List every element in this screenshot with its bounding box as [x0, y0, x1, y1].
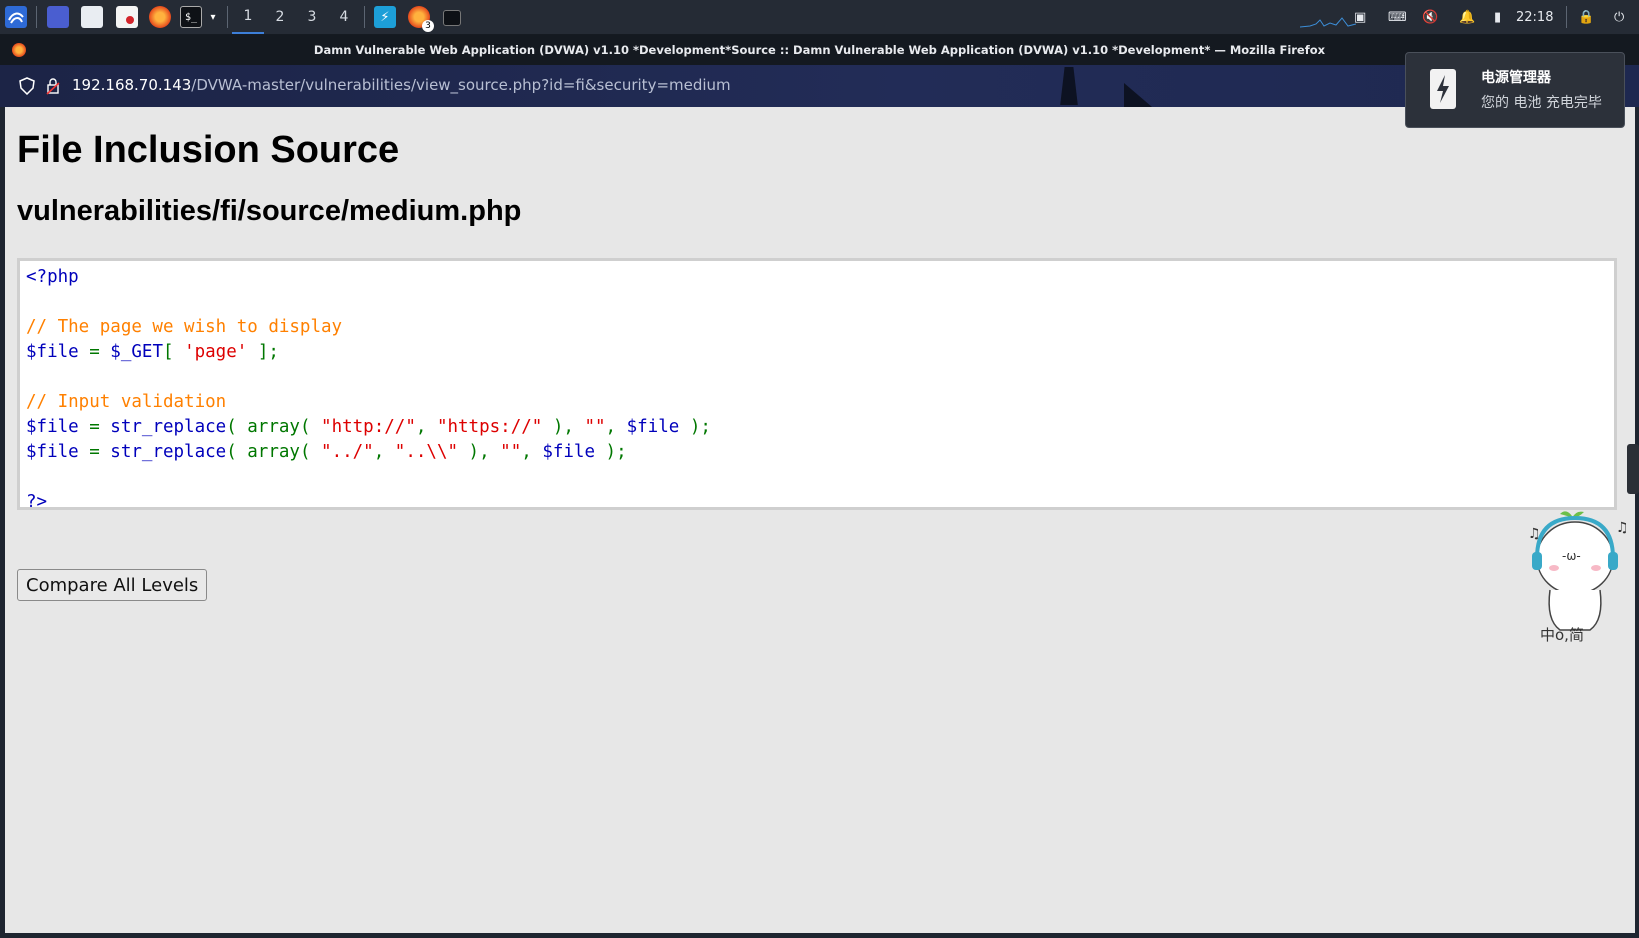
firefox-window-icon[interactable]: 3 [408, 6, 434, 32]
screenshot-icon[interactable]: ▣ [1354, 6, 1366, 28]
volume-muted-icon[interactable]: 🔇 [1422, 6, 1438, 28]
code-variable: $file [26, 417, 79, 437]
code-string: "https://" [436, 417, 543, 437]
workspace-1[interactable]: 1 [232, 0, 264, 34]
sail-decoration [1124, 83, 1152, 107]
code-string: "" [584, 417, 606, 437]
scrollbar-thumb[interactable] [1627, 444, 1639, 494]
code-operator: ), [542, 417, 585, 437]
mascot-caption: 中o,简 [1540, 626, 1584, 644]
url-host: 192.168.70.143 [72, 76, 192, 94]
lock-icon[interactable]: 🔒 [1578, 6, 1594, 28]
code-string: "..\\" [394, 442, 459, 462]
url-bar[interactable]: 192.168.70.143/DVWA-master/vulnerabiliti… [0, 65, 1639, 107]
taskbar-separator [364, 6, 365, 28]
terminal-icon[interactable]: $_ [180, 6, 202, 28]
workspace-2[interactable]: 2 [264, 0, 296, 34]
code-operator: , [521, 442, 543, 462]
power-manager-notification[interactable]: 电源管理器 您的 电池 充电完毕 [1405, 52, 1625, 128]
code-function: str_replace [110, 442, 227, 462]
code-operator: , [415, 417, 437, 437]
code-operator: = [78, 442, 111, 462]
shield-icon[interactable] [19, 77, 35, 99]
code-operator: = [78, 342, 111, 362]
code-string: "../" [321, 442, 374, 462]
code-operator: ); [679, 417, 711, 437]
window-title: Damn Vulnerable Web Application (DVWA) v… [313, 43, 1326, 57]
php-open-tag: <?php [26, 267, 79, 287]
notification-body: 您的 电池 充电完毕 [1481, 95, 1602, 111]
window-count-badge: 3 [422, 20, 434, 32]
code-variable: $file [542, 442, 596, 462]
svg-text:♫: ♫ [1528, 526, 1541, 542]
code-variable: $file [26, 442, 79, 462]
code-comment: // The page we wish to display [26, 317, 343, 337]
svg-text:-ω-: -ω- [1562, 549, 1581, 563]
firefox-small-icon [12, 43, 26, 57]
workspace-4[interactable]: 4 [328, 0, 360, 34]
php-close-tag: ?> [26, 492, 48, 512]
code-comment: // Input validation [26, 392, 227, 412]
code-operator: ]; [247, 342, 279, 362]
taskbar-separator [1566, 6, 1567, 28]
battery-icon[interactable]: ▮ [1494, 6, 1501, 28]
url-path: /DVWA-master/vulnerabilities/view_source… [191, 76, 731, 94]
lighthouse-decoration [1060, 67, 1078, 105]
source-file-path: vulnerabilities/fi/source/medium.php [17, 195, 522, 227]
keyboard-icon[interactable]: ⌨ [1388, 6, 1407, 28]
svg-text:♫: ♫ [1616, 520, 1629, 536]
code-operator: ); [595, 442, 627, 462]
taskbar-separator [227, 6, 228, 28]
code-string: "http://" [321, 417, 416, 437]
workspace-3[interactable]: 3 [296, 0, 328, 34]
code-variable: $_GET [110, 342, 163, 362]
notification-bell-icon[interactable]: 🔔 [1459, 6, 1475, 28]
source-code-box: <?php // The page we wish to display $fi… [17, 258, 1617, 512]
terminal-window-icon[interactable] [443, 10, 461, 26]
code-variable: $file [26, 342, 79, 362]
code-string: 'page' [184, 342, 248, 362]
code-function: str_replace [110, 417, 227, 437]
code-operator: [ [162, 342, 185, 362]
firefox-icon[interactable] [149, 6, 171, 28]
code-operator: , [373, 442, 395, 462]
chevron-down-icon[interactable]: ▾ [206, 6, 220, 28]
code-string: "" [500, 442, 522, 462]
kali-menu-icon[interactable] [5, 6, 27, 28]
cpu-graph [1300, 6, 1356, 28]
taskbar: $_ ▾ 1 2 3 4 ⚡ 3 ▣ ⌨ 🔇 🔔 ▮ 22:18 🔒 ⏻ [0, 0, 1639, 35]
desktop-icon[interactable] [47, 6, 69, 28]
window-titlebar[interactable]: Damn Vulnerable Web Application (DVWA) v… [0, 35, 1639, 65]
code-operator: ( array( [226, 442, 322, 462]
logout-icon[interactable]: ⏻ [1614, 6, 1624, 28]
page-title: File Inclusion Source [17, 129, 400, 171]
compare-all-levels-button[interactable]: Compare All Levels [17, 569, 208, 601]
code-variable: $file [626, 417, 680, 437]
battery-charging-icon [1430, 69, 1456, 109]
clock[interactable]: 22:18 [1516, 6, 1553, 28]
code-operator: = [78, 417, 111, 437]
file-manager-icon[interactable] [81, 6, 103, 28]
code-operator: ), [458, 442, 501, 462]
text-editor-icon[interactable] [116, 6, 138, 28]
code-operator: ( array( [226, 417, 322, 437]
taskbar-separator [36, 6, 37, 28]
insecure-lock-icon[interactable] [46, 77, 60, 99]
php-source-code: <?php // The page we wish to display $fi… [26, 265, 711, 515]
page-viewport: File Inclusion Source vulnerabilities/fi… [5, 107, 1639, 933]
desktop-mascot[interactable]: -ω- ♫ ♫ 中o,简 [1520, 508, 1630, 652]
notification-title: 电源管理器 [1481, 70, 1551, 86]
url-text[interactable]: 192.168.70.143/DVWA-master/vulnerabiliti… [72, 76, 731, 94]
burp-app-icon[interactable]: ⚡ [374, 6, 396, 28]
code-operator: , [605, 417, 627, 437]
